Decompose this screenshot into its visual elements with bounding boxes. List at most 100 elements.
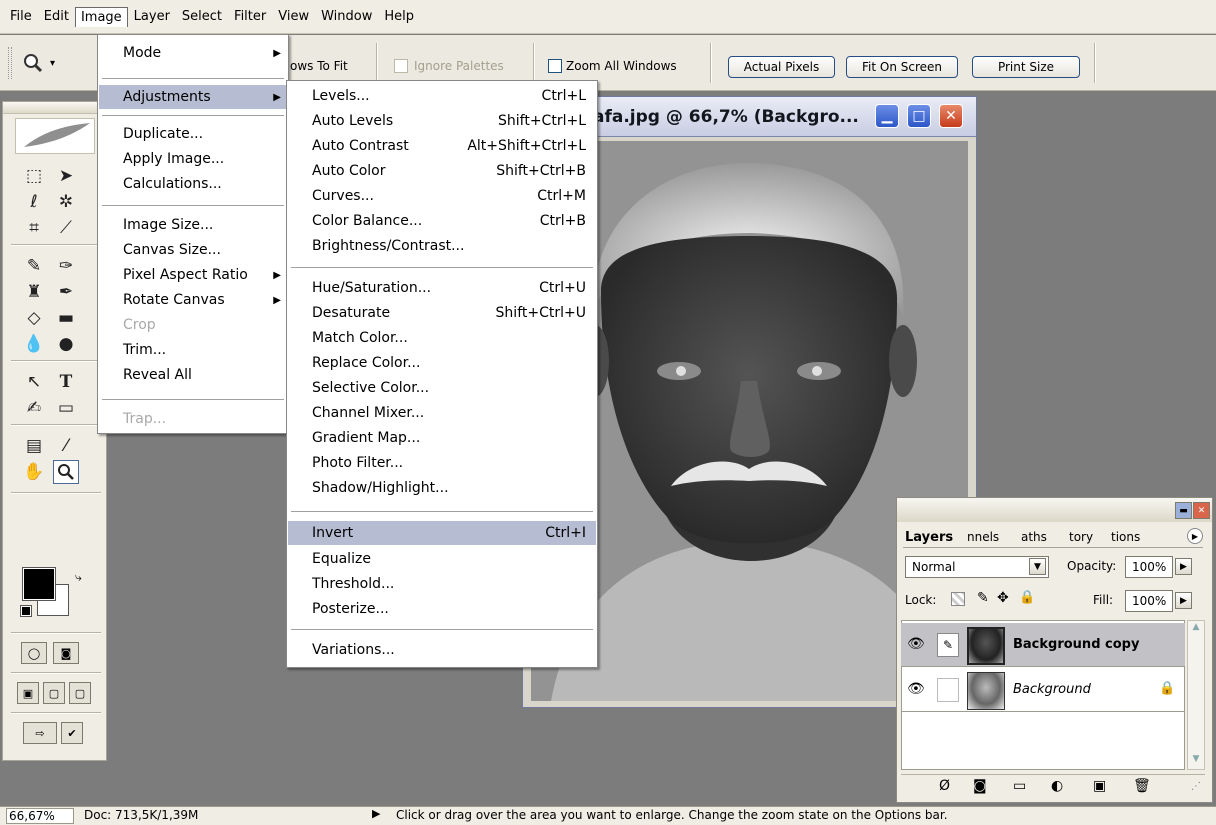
menu-item-gradient-map[interactable]: Gradient Map... (288, 426, 596, 450)
layer-name[interactable]: Background copy (1013, 637, 1139, 652)
hand-tool-icon[interactable]: ✋ (21, 460, 47, 484)
eye-visibility-icon[interactable]: 👁 (907, 681, 925, 697)
menu-file[interactable]: File (4, 6, 38, 27)
opacity-input[interactable]: 100% (1125, 556, 1173, 578)
menu-item-canvas-size[interactable]: Canvas Size... (99, 238, 287, 262)
fill-slider-button[interactable]: ▶ (1175, 592, 1192, 609)
palette-menu-arrow-icon[interactable]: ▶ (1187, 528, 1203, 544)
menu-item-pixel-aspect-ratio[interactable]: Pixel Aspect Ratio ▶ (99, 263, 287, 287)
scroll-down-icon[interactable]: ▼ (1189, 754, 1203, 768)
healing-brush-tool-icon[interactable]: ✎ (21, 254, 47, 278)
status-menu-arrow-icon[interactable]: ▶ (372, 807, 380, 820)
dodge-tool-icon[interactable]: ● (53, 332, 79, 356)
history-brush-tool-icon[interactable]: ✒ (53, 280, 79, 304)
menu-item-apply-image[interactable]: Apply Image... (99, 147, 287, 171)
gradient-tool-icon[interactable]: ▬ (53, 306, 79, 330)
layer-row-background-copy[interactable]: 👁 ✎ Background copy (901, 623, 1185, 667)
menu-select[interactable]: Select (176, 6, 228, 27)
rectangle-tool-icon[interactable]: ▭ (53, 396, 79, 420)
resize-grip-icon[interactable]: ⋰ (1191, 781, 1201, 792)
menu-item-posterize[interactable]: Posterize... (288, 597, 596, 621)
menu-window[interactable]: Window (315, 6, 378, 27)
menu-view[interactable]: View (272, 6, 315, 27)
menu-item-threshold[interactable]: Threshold... (288, 572, 596, 596)
zoom-tool-icon[interactable] (53, 460, 79, 484)
tab-actions[interactable]: tions (1111, 526, 1140, 548)
notes-tool-icon[interactable]: ▤ (21, 434, 47, 458)
slice-tool-icon[interactable]: ⟋ (53, 216, 79, 240)
lock-transparency-icon[interactable] (951, 592, 965, 606)
palette-close-button[interactable]: ✕ (1193, 502, 1210, 519)
blur-tool-icon[interactable]: 💧 (21, 332, 47, 356)
tool-preset-picker[interactable]: ▾ (22, 49, 68, 77)
toolbox-titlebar[interactable] (3, 102, 106, 114)
type-tool-icon[interactable]: T (53, 370, 79, 394)
minimize-button[interactable]: ▁ (875, 104, 899, 128)
layer-name[interactable]: Background (1013, 682, 1091, 697)
menu-layer[interactable]: Layer (128, 6, 176, 27)
menu-item-adjustments[interactable]: Adjustments ▶ (99, 85, 287, 109)
standard-mode-button[interactable]: ◯ (21, 642, 47, 664)
menu-item-equalize[interactable]: Equalize (288, 547, 596, 571)
menu-item-auto-contrast[interactable]: Auto Contrast Alt+Shift+Ctrl+L (288, 134, 596, 158)
tab-layers[interactable]: Layers (905, 526, 953, 548)
menu-item-auto-color[interactable]: Auto Color Shift+Ctrl+B (288, 159, 596, 183)
brush-tool-icon[interactable]: ✑ (53, 254, 79, 278)
palette-minimize-button[interactable]: ▬ (1175, 502, 1192, 519)
menu-item-trim[interactable]: Trim... (99, 338, 287, 362)
menu-item-color-balance[interactable]: Color Balance... Ctrl+B (288, 209, 596, 233)
tab-paths[interactable]: aths (1021, 526, 1047, 548)
menu-item-invert[interactable]: Invert Ctrl+I (288, 521, 596, 545)
menu-item-auto-levels[interactable]: Auto Levels Shift+Ctrl+L (288, 109, 596, 133)
zoom-all-windows-checkbox[interactable] (548, 59, 562, 73)
foreground-color-swatch[interactable] (22, 567, 56, 601)
scroll-up-icon[interactable]: ▲ (1189, 622, 1203, 636)
menu-item-shadow-highlight[interactable]: Shadow/Highlight... (288, 476, 596, 500)
menu-item-mode[interactable]: Mode ▶ (99, 41, 287, 65)
crop-tool-icon[interactable]: ⌗ (21, 216, 47, 240)
menu-item-match-color[interactable]: Match Color... (288, 326, 596, 350)
brush-link-icon[interactable]: ✎ (937, 633, 959, 657)
path-selection-tool-icon[interactable]: ↖ (21, 370, 47, 394)
menu-item-replace-color[interactable]: Replace Color... (288, 351, 596, 375)
screen-mode-standard-button[interactable]: ▣ (17, 682, 39, 704)
menu-item-rotate-canvas[interactable]: Rotate Canvas ▶ (99, 288, 287, 312)
lock-paint-icon[interactable]: ✎ (977, 590, 989, 606)
menu-item-hue-saturation[interactable]: Hue/Saturation... Ctrl+U (288, 276, 596, 300)
opacity-slider-button[interactable]: ▶ (1175, 558, 1192, 575)
layers-palette-titlebar[interactable] (897, 498, 1212, 522)
edit-in-imageready-icon[interactable]: ✔ (61, 722, 83, 744)
trash-icon[interactable]: 🗑 (1133, 778, 1151, 794)
quick-mask-mode-button[interactable]: ◙ (53, 642, 79, 664)
fit-on-screen-button[interactable]: Fit On Screen (846, 56, 958, 78)
lock-move-icon[interactable]: ✥ (997, 590, 1009, 606)
menu-item-photo-filter[interactable]: Photo Filter... (288, 451, 596, 475)
menu-item-levels[interactable]: Levels... Ctrl+L (288, 84, 596, 108)
menu-filter[interactable]: Filter (228, 6, 272, 27)
actual-pixels-button[interactable]: Actual Pixels (728, 56, 835, 78)
move-tool-icon[interactable]: ➤ (53, 164, 79, 188)
screen-mode-menu-button[interactable]: ▢ (43, 682, 65, 704)
tab-history[interactable]: tory (1069, 526, 1093, 548)
eyedropper-tool-icon[interactable]: ⁄ (53, 434, 79, 458)
zoom-level-field[interactable]: 66,67% (6, 808, 74, 824)
layer-row-background[interactable]: 👁 Background 🔒 (901, 668, 1185, 712)
options-bar-grip[interactable] (8, 47, 12, 79)
photoshop-feather-icon[interactable] (15, 118, 95, 154)
fill-input[interactable]: 100% (1125, 590, 1173, 612)
menu-item-channel-mixer[interactable]: Channel Mixer... (288, 401, 596, 425)
screen-mode-full-button[interactable]: ▢ (69, 682, 91, 704)
maximize-button[interactable]: □ (907, 104, 931, 128)
menu-help[interactable]: Help (378, 6, 420, 27)
menu-item-desaturate[interactable]: Desaturate Shift+Ctrl+U (288, 301, 596, 325)
menu-item-calculations[interactable]: Calculations... (99, 172, 287, 196)
menu-edit[interactable]: Edit (38, 6, 75, 27)
eye-visibility-icon[interactable]: 👁 (907, 636, 925, 652)
print-size-button[interactable]: Print Size (972, 56, 1080, 78)
close-button[interactable]: ✕ (939, 104, 963, 128)
menu-item-curves[interactable]: Curves... Ctrl+M (288, 184, 596, 208)
menu-item-duplicate[interactable]: Duplicate... (99, 122, 287, 146)
swap-colors-icon[interactable]: ⤷ (75, 570, 82, 585)
menu-item-selective-color[interactable]: Selective Color... (288, 376, 596, 400)
new-layer-icon[interactable]: ▣ (1093, 778, 1106, 794)
